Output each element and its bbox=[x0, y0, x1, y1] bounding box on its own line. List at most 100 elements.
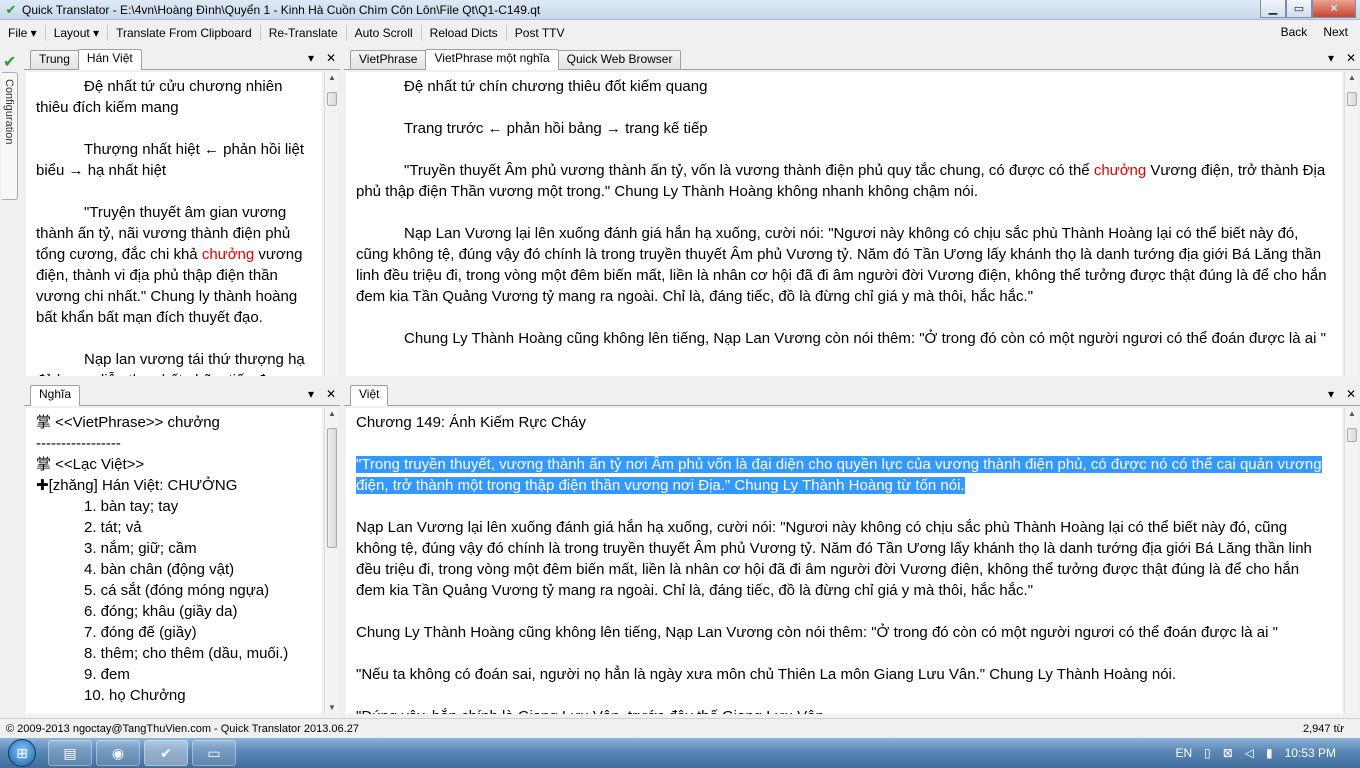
definition-line: 8. thêm; cho thêm (dầu, muối.) bbox=[84, 645, 289, 662]
status-copyright: © 2009-2013 ngoctay@TangThuVien.com - Qu… bbox=[6, 723, 359, 735]
menu-file[interactable]: File ▾ bbox=[0, 23, 45, 43]
paragraph: Nạp Lan Vương lại lên xuống đánh giá hắn… bbox=[356, 517, 1332, 601]
status-bar: © 2009-2013 ngoctay@TangThuVien.com - Qu… bbox=[0, 718, 1360, 738]
selected-text: "Trong truyền thuyết, vương thành ấn tỷ … bbox=[356, 456, 1322, 494]
tray-network-icon[interactable]: ⊠ bbox=[1223, 746, 1233, 760]
tab-vietphrase[interactable]: VietPhrase bbox=[350, 50, 427, 69]
nghia-text[interactable]: 掌 <<VietPhrase>> chưởng -----------------… bbox=[26, 408, 322, 714]
vietphrase-scrollbar[interactable]: ▲ bbox=[1344, 72, 1358, 376]
nghia-tab-row: Nghĩa ▾ ✕ bbox=[24, 384, 340, 406]
scroll-thumb[interactable] bbox=[327, 428, 337, 548]
retranslate-button[interactable]: Re-Translate bbox=[261, 23, 346, 43]
nghia-scrollbar[interactable]: ▲ ▼ bbox=[324, 408, 338, 714]
dropdown-arrow-icon[interactable]: ▾ bbox=[1326, 387, 1336, 401]
translate-from-clipboard-button[interactable]: Translate From Clipboard bbox=[108, 23, 260, 43]
close-pane-icon[interactable]: ✕ bbox=[326, 51, 336, 65]
paragraph-text: Nạp lan vương tái thứ thượng hạ đả lượng… bbox=[36, 351, 305, 376]
taskbar: ⊞ ▤ ◉ ✔ ▭ EN ▯ ⊠ ◁ ▮ 10:53 PM bbox=[0, 738, 1360, 768]
status-word-count: 2,947 từ bbox=[1302, 723, 1344, 735]
viet-text[interactable]: Chương 149: Ánh Kiếm Rực Cháy "Trong truy… bbox=[346, 408, 1342, 714]
tab-vietphrase-mot-nghia[interactable]: VietPhrase một nghĩa bbox=[425, 49, 559, 70]
scroll-up-icon[interactable]: ▲ bbox=[325, 72, 339, 84]
definition-line: ✚[zhǎng] Hán Việt: CHƯỞNG bbox=[36, 477, 238, 494]
configuration-tab[interactable]: Configuration bbox=[2, 72, 18, 200]
paragraph: Chương 149: Ánh Kiếm Rực Cháy bbox=[356, 412, 1332, 433]
viet-scrollbar[interactable]: ▲ bbox=[1344, 408, 1358, 714]
hanviet-pane: Trung Hán Việt ▾ ✕ Đệ nhất tứ cửu chương … bbox=[24, 48, 340, 378]
taskbar-explorer-icon[interactable]: ▤ bbox=[48, 740, 92, 766]
start-button[interactable]: ⊞ bbox=[2, 738, 42, 768]
scroll-down-icon[interactable]: ▼ bbox=[325, 702, 339, 714]
tray-volume-icon[interactable]: ◁ bbox=[1245, 746, 1254, 760]
viet-tab-row: Việt ▾ ✕ bbox=[344, 384, 1360, 406]
definition-line: 1. bàn tay; tay bbox=[84, 498, 179, 515]
paragraph-text: Trang trước ← phản hồi bảng → trang kế t… bbox=[404, 120, 708, 137]
taskbar-chrome-icon[interactable]: ◉ bbox=[96, 740, 140, 766]
next-button[interactable]: Next bbox=[1315, 22, 1356, 42]
hanviet-text[interactable]: Đệ nhất tứ cửu chương nhiên thiêu đích k… bbox=[26, 72, 322, 376]
definition-line: 10. họ Chưởng bbox=[84, 687, 186, 704]
tab-han-viet[interactable]: Hán Việt bbox=[77, 49, 142, 70]
back-button[interactable]: Back bbox=[1273, 22, 1316, 42]
side-strip: ✔ Configuration bbox=[0, 50, 20, 200]
paragraph: Thượng nhất hiệt ← phản hồi liệt biểu → … bbox=[36, 139, 312, 181]
scroll-up-icon[interactable]: ▲ bbox=[1345, 72, 1359, 84]
close-pane-icon[interactable]: ✕ bbox=[1346, 387, 1356, 401]
window-title: Quick Translator - E:\4vn\Hoàng Đình\Quy… bbox=[22, 2, 541, 17]
tray-clock[interactable]: 10:53 PM bbox=[1285, 746, 1336, 760]
nghia-pane: Nghĩa ▾ ✕ 掌 <<VietPhrase>> chưởng --------… bbox=[24, 384, 340, 716]
definition-line: 4. bàn chân (động vật) bbox=[84, 561, 235, 578]
minimize-button[interactable]: ▁ bbox=[1260, 0, 1286, 18]
paragraph: "Truyện thuyết âm gian vương thành ấn tỷ… bbox=[36, 202, 312, 328]
dropdown-arrow-icon[interactable]: ▾ bbox=[306, 387, 316, 401]
windows-logo-icon: ⊞ bbox=[8, 739, 36, 767]
paragraph: Chung Ly Thành Hoàng cũng không lên tiến… bbox=[356, 622, 1332, 643]
close-button[interactable]: ✕ bbox=[1312, 0, 1356, 18]
paragraph-text: Thượng nhất hiệt ← phản hồi liệt biểu → … bbox=[36, 141, 305, 179]
definition-line: 9. đem bbox=[84, 666, 130, 683]
vietphrase-tab-row: VietPhrase VietPhrase một nghĩa Quick We… bbox=[344, 48, 1360, 70]
paragraph: Nạp Lan Vương lại lên xuống đánh giá hắn… bbox=[356, 223, 1332, 307]
tray-device-icon[interactable]: ▯ bbox=[1204, 746, 1211, 760]
paragraph-text: Chương 149: Ánh Kiếm Rực Cháy bbox=[356, 414, 587, 431]
close-pane-icon[interactable]: ✕ bbox=[326, 387, 336, 401]
maximize-button[interactable]: ▭ bbox=[1286, 0, 1312, 18]
taskbar-quick-translator-icon[interactable]: ✔ bbox=[144, 740, 188, 766]
taskbar-window-icon[interactable]: ▭ bbox=[192, 740, 236, 766]
scroll-thumb[interactable] bbox=[327, 92, 337, 106]
tab-quick-web-browser[interactable]: Quick Web Browser bbox=[557, 50, 682, 69]
hanviet-tab-row: Trung Hán Việt ▾ ✕ bbox=[24, 48, 340, 70]
paragraph: Đệ nhất tứ cửu chương nhiên thiêu đích k… bbox=[36, 76, 312, 118]
title-bar[interactable]: ✔ Quick Translator - E:\4vn\Hoàng Đình\Q… bbox=[0, 0, 1360, 20]
vietphrase-text[interactable]: Đệ nhất tứ chín chương thiêu đốt kiếm qu… bbox=[346, 72, 1342, 376]
language-indicator[interactable]: EN bbox=[1175, 746, 1192, 760]
scroll-thumb[interactable] bbox=[1347, 428, 1357, 442]
reload-dicts-button[interactable]: Reload Dicts bbox=[422, 23, 506, 43]
tab-trung[interactable]: Trung bbox=[30, 50, 79, 69]
scroll-up-icon[interactable]: ▲ bbox=[1345, 408, 1359, 420]
definition-line: 3. nắm; giữ; cầm bbox=[84, 540, 197, 557]
paragraph: Chung Ly Thành Hoàng cũng không lên tiến… bbox=[356, 328, 1332, 349]
definition-line: 7. đóng đế (giầy) bbox=[84, 624, 197, 641]
vietphrase-pane: VietPhrase VietPhrase một nghĩa Quick We… bbox=[344, 48, 1360, 378]
highlight-word: chưởng bbox=[1093, 162, 1147, 179]
paragraph-text: Chung Ly Thành Hoàng cũng không lên tiến… bbox=[404, 330, 1326, 347]
close-pane-icon[interactable]: ✕ bbox=[1346, 51, 1356, 65]
dropdown-arrow-icon[interactable]: ▾ bbox=[306, 51, 316, 65]
tab-nghia[interactable]: Nghĩa bbox=[30, 385, 81, 406]
paragraph-text: Nạp Lan Vương lại lên xuống đánh giá hắn… bbox=[356, 519, 1312, 599]
highlight-word: chưởng bbox=[201, 246, 255, 263]
paragraph: Trang trước ← phản hồi bảng → trang kế t… bbox=[356, 118, 1332, 139]
hanviet-scrollbar[interactable]: ▲ bbox=[324, 72, 338, 376]
dropdown-arrow-icon[interactable]: ▾ bbox=[1326, 51, 1336, 65]
scroll-up-icon[interactable]: ▲ bbox=[325, 408, 339, 420]
menu-layout[interactable]: Layout ▾ bbox=[46, 23, 107, 43]
paragraph-text: Đệ nhất tứ chín chương thiêu đốt kiếm qu… bbox=[404, 78, 708, 95]
paragraph-text: "Nếu ta không có đoán sai, người nọ hẳn … bbox=[356, 666, 1177, 683]
app-window: ✔ Quick Translator - E:\4vn\Hoàng Đình\Q… bbox=[0, 0, 1360, 768]
tray-signal-icon[interactable]: ▮ bbox=[1266, 746, 1273, 760]
auto-scroll-button[interactable]: Auto Scroll bbox=[347, 23, 421, 43]
tab-viet[interactable]: Việt bbox=[350, 385, 389, 406]
post-ttv-button[interactable]: Post TTV bbox=[507, 23, 573, 43]
scroll-thumb[interactable] bbox=[1347, 92, 1357, 106]
